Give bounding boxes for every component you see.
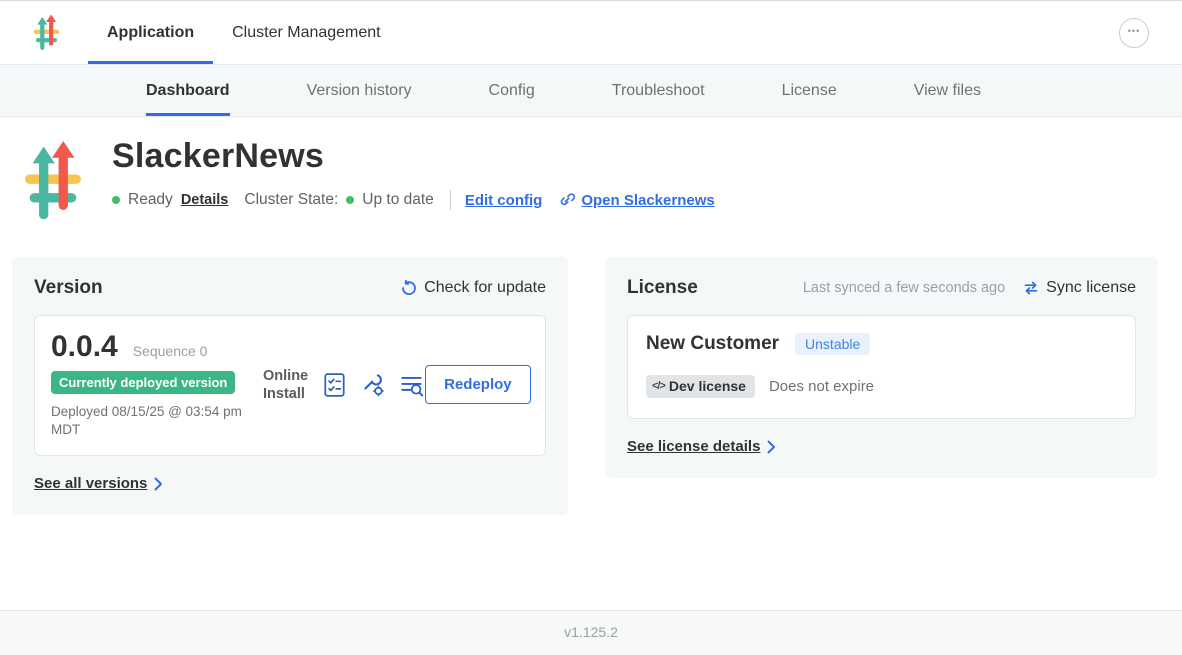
release-notes-icon[interactable] <box>322 372 347 398</box>
view-logs-icon[interactable] <box>399 372 425 398</box>
app-status-row: Ready Details Cluster State: Up to date … <box>112 190 715 210</box>
redeploy-button[interactable]: Redeploy <box>425 365 531 404</box>
refresh-icon <box>401 280 417 296</box>
app-header: SlackerNews Ready Details Cluster State:… <box>0 117 1182 223</box>
last-synced-label: Last synced a few seconds ago <box>803 280 1005 296</box>
channel-badge: Unstable <box>795 333 870 355</box>
divider <box>450 190 451 210</box>
sync-license-link[interactable]: Sync license <box>1023 279 1136 297</box>
license-type-badge: </> Dev license <box>646 375 755 398</box>
footer: v1.125.2 <box>0 610 1182 655</box>
tab-troubleshoot[interactable]: Troubleshoot <box>612 65 705 116</box>
app-status-dot <box>112 196 120 204</box>
app-icon <box>22 141 84 223</box>
code-icon: </> <box>652 380 665 392</box>
tab-cluster-management[interactable]: Cluster Management <box>213 1 400 64</box>
see-license-details-link[interactable]: See license details <box>627 438 776 455</box>
customer-name: New Customer <box>646 333 779 355</box>
admin-console: Application Cluster Management ••• Dashb… <box>0 0 1182 655</box>
chevron-right-icon <box>767 440 776 454</box>
check-for-update-link[interactable]: Check for update <box>401 279 546 297</box>
more-menu-button[interactable]: ••• <box>1119 18 1149 48</box>
version-card-title: Version <box>34 277 103 299</box>
cluster-state-value: Up to date <box>362 191 434 209</box>
tab-cluster-management-label: Cluster Management <box>232 24 381 42</box>
page-title: SlackerNews <box>112 137 715 176</box>
license-expiry: Does not expire <box>769 378 874 395</box>
version-card: Version Check for update <box>12 257 568 515</box>
cluster-state-dot <box>346 196 354 204</box>
tab-application[interactable]: Application <box>88 1 213 64</box>
dashboard-main: SlackerNews Ready Details Cluster State:… <box>0 117 1182 610</box>
deployed-badge: Currently deployed version <box>51 371 235 394</box>
version-number: 0.0.4 <box>51 330 118 364</box>
link-icon <box>558 191 576 209</box>
license-card: License Last synced a few seconds ago Sy… <box>605 257 1158 478</box>
app-status: Ready <box>128 191 173 209</box>
tab-dashboard[interactable]: Dashboard <box>146 65 230 116</box>
tab-license[interactable]: License <box>782 65 837 116</box>
current-version-panel: 0.0.4 Sequence 0 Currently deployed vers… <box>34 315 546 456</box>
sub-nav: Dashboard Version history Config Trouble… <box>0 65 1182 117</box>
open-app-link[interactable]: Open Slackernews <box>581 192 714 209</box>
edit-config-link[interactable]: Edit config <box>465 192 543 209</box>
deployed-timestamp: Deployed 08/15/25 @ 03:54 pm MDT <box>51 403 263 439</box>
tab-view-files[interactable]: View files <box>914 65 981 116</box>
see-all-versions-link[interactable]: See all versions <box>34 475 163 492</box>
license-panel: New Customer Unstable </> Dev license Do… <box>627 315 1136 419</box>
chevron-right-icon <box>154 477 163 491</box>
install-type-label: Online Install <box>263 367 308 403</box>
top-nav: Application Cluster Management ••• <box>0 1 1182 65</box>
app-logo-icon <box>33 14 60 52</box>
sync-icon <box>1023 280 1039 296</box>
details-link[interactable]: Details <box>181 192 229 208</box>
console-version: v1.125.2 <box>564 624 618 640</box>
dashboard-cards: Version Check for update <box>0 257 1182 515</box>
license-card-title: License <box>627 277 698 299</box>
config-values-icon[interactable] <box>360 372 386 398</box>
ellipsis-icon: ••• <box>1128 27 1140 36</box>
sequence-label: Sequence 0 <box>133 343 208 359</box>
tab-config[interactable]: Config <box>489 65 535 116</box>
tab-version-history[interactable]: Version history <box>307 65 412 116</box>
cluster-state-label: Cluster State: <box>244 191 338 209</box>
tab-application-label: Application <box>107 24 194 42</box>
